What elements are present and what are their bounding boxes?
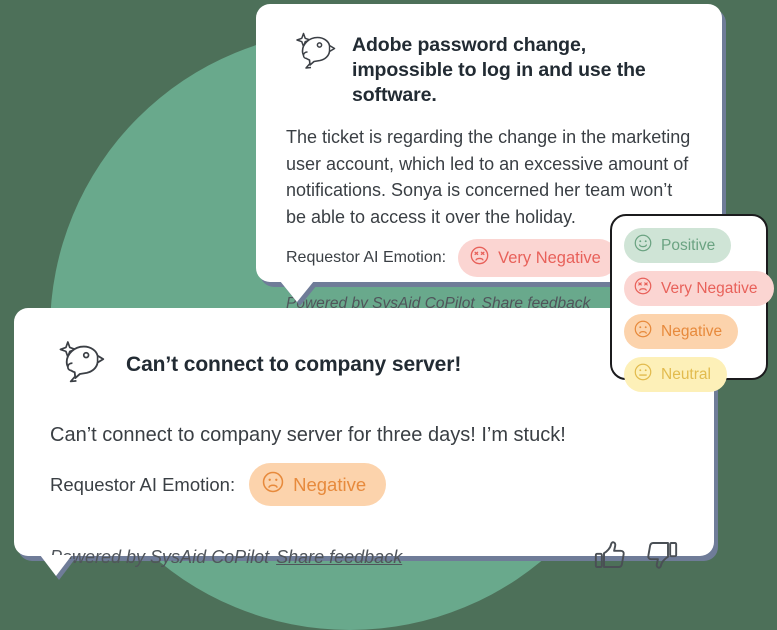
neutral-face-icon xyxy=(634,363,652,386)
status-badge-label: Negative xyxy=(293,473,367,495)
share-feedback-link[interactable]: Share feedback xyxy=(276,547,402,568)
copilot-bird-icon xyxy=(292,30,338,77)
card-header-top: Adobe password change, impossible to log… xyxy=(286,30,692,108)
emotion-row: Requestor AI Emotion: Negative xyxy=(50,463,678,506)
negative-face-icon xyxy=(634,320,652,343)
emotion-options-dropdown[interactable]: Positive Very Negative Negative Neutral xyxy=(610,214,774,392)
thumbs-down-icon[interactable] xyxy=(646,540,678,575)
card-tail-top xyxy=(280,281,314,302)
card-header-bottom: Can’t connect to company server! xyxy=(50,338,678,391)
very-negative-face-icon xyxy=(634,277,652,300)
dropdown-option-neutral[interactable]: Neutral xyxy=(624,357,727,392)
copilot-bird-icon xyxy=(54,338,108,391)
positive-face-icon xyxy=(634,234,652,257)
card-summary-text: Can’t connect to company server for thre… xyxy=(50,424,566,446)
status-badge-label: Very Negative xyxy=(498,248,601,267)
powered-by-label: Powered by SysAid CoPilot xyxy=(50,547,270,567)
card-title: Adobe password change, impossible to log… xyxy=(352,34,646,106)
dropdown-option-label: Positive xyxy=(661,236,716,254)
feedback-vote-group xyxy=(594,540,678,575)
thumbs-up-icon[interactable] xyxy=(594,540,626,575)
ticket-summary-card-bottom: Can’t connect to company server! Can’t c… xyxy=(14,308,714,576)
dropdown-option-label: Neutral xyxy=(661,365,711,383)
dropdown-option-positive[interactable]: Positive xyxy=(624,228,732,263)
dropdown-option-label: Negative xyxy=(661,322,723,340)
card-tail-bottom xyxy=(40,555,72,576)
emotion-label: Requestor AI Emotion: xyxy=(50,473,236,495)
emotion-label: Requestor AI Emotion: xyxy=(286,249,447,266)
status-badge-very-negative[interactable]: Very Negative xyxy=(458,239,618,277)
dropdown-option-label: Very Negative xyxy=(661,279,758,297)
dropdown-option-negative[interactable]: Negative xyxy=(624,314,739,349)
card-footer: Powered by SysAid CoPilot Share feedback xyxy=(50,540,678,575)
status-badge-negative[interactable]: Negative xyxy=(249,463,387,506)
card-title: Can’t connect to company server! xyxy=(126,353,462,376)
very-negative-face-icon xyxy=(470,246,489,270)
negative-face-icon xyxy=(262,471,284,498)
dropdown-option-very-negative[interactable]: Very Negative xyxy=(624,271,774,306)
screenshot-stage: Adobe password change, impossible to log… xyxy=(0,0,777,630)
